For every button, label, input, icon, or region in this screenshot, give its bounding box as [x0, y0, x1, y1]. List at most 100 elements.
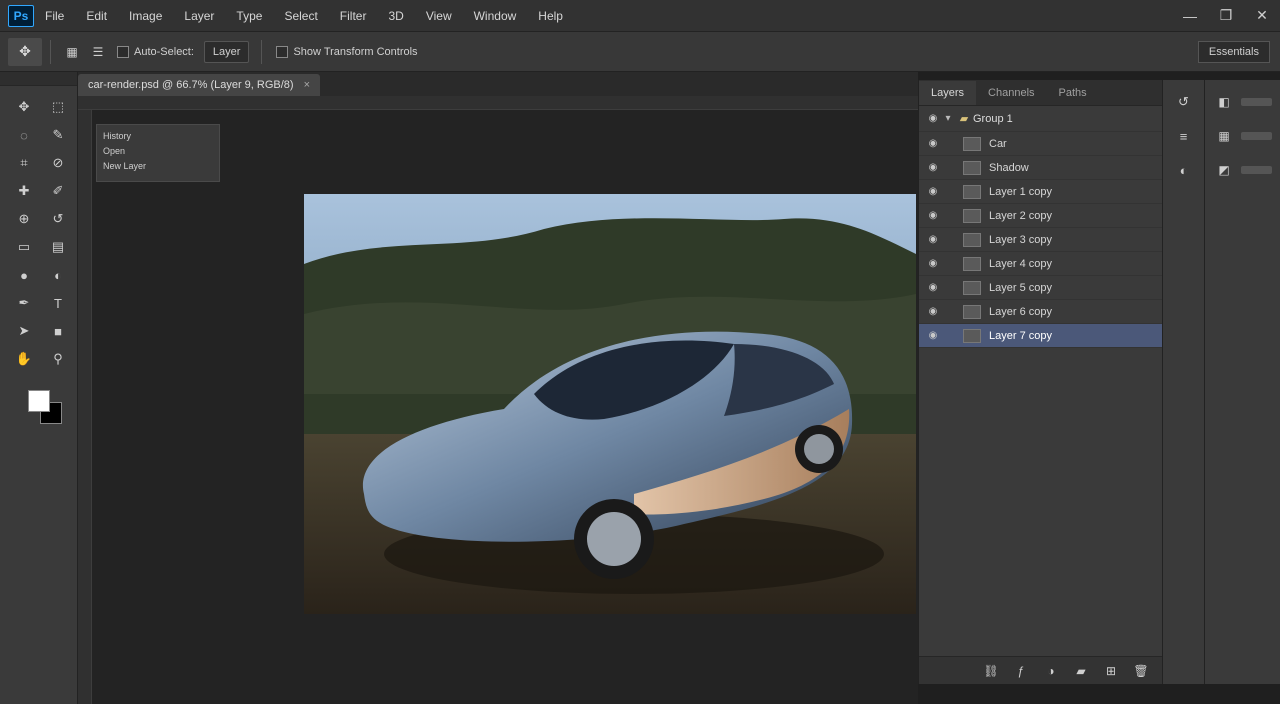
- dodge-icon[interactable]: ◐: [44, 262, 72, 288]
- layer-row[interactable]: ◉ Layer 4 copy: [919, 252, 1162, 276]
- trash-icon[interactable]: 🗑: [1131, 662, 1151, 680]
- close-button[interactable]: ✕: [1244, 0, 1280, 32]
- crop-icon[interactable]: ⌗: [10, 150, 38, 176]
- layer-thumbnail: [963, 256, 981, 271]
- brush-icon[interactable]: ✐: [44, 178, 72, 204]
- window-controls: — ❐ ✕: [1172, 0, 1280, 32]
- workspace-dropdown[interactable]: Essentials: [1197, 40, 1270, 63]
- menu-view[interactable]: View: [415, 0, 463, 32]
- vertical-ruler[interactable]: [78, 110, 92, 704]
- folder-icon: ▰: [959, 113, 969, 125]
- folder-icon[interactable]: ▰: [1071, 662, 1091, 680]
- healing-icon[interactable]: ✚: [10, 178, 38, 204]
- properties-icon[interactable]: ≡: [1171, 124, 1197, 148]
- lasso-icon[interactable]: ◌: [10, 122, 38, 148]
- front-rim: [587, 512, 641, 566]
- layer-row[interactable]: ◉ Car: [919, 132, 1162, 156]
- hand-icon[interactable]: ✋: [10, 346, 38, 372]
- layer-row[interactable]: ◉ Layer 3 copy: [919, 228, 1162, 252]
- history-brush-icon[interactable]: ↺: [44, 206, 72, 232]
- menu-image[interactable]: Image: [118, 0, 173, 32]
- layer-thumbnail: [963, 184, 981, 199]
- auto-select-checkbox[interactable]: Auto-Select:: [117, 45, 194, 58]
- tab-channels[interactable]: Channels: [976, 81, 1047, 105]
- move-icon[interactable]: ✥: [10, 94, 38, 120]
- auto-select-dropdown[interactable]: Layer: [203, 40, 250, 63]
- eraser-icon[interactable]: ▭: [10, 234, 38, 260]
- layer-group-row[interactable]: ◉ ▾ ▰ Group 1: [919, 106, 1162, 132]
- menu-filter[interactable]: Filter: [329, 0, 378, 32]
- minimize-button[interactable]: —: [1172, 0, 1208, 32]
- grid-icon[interactable]: ▦: [59, 40, 85, 64]
- checkbox-box[interactable]: [117, 45, 129, 58]
- eye-icon[interactable]: ◉: [925, 162, 941, 173]
- layer-row[interactable]: ◉ Shadow: [919, 156, 1162, 180]
- blur-icon[interactable]: ●: [10, 262, 38, 288]
- menu-file[interactable]: File: [34, 0, 75, 32]
- layer-row-selected[interactable]: ◉ Layer 7 copy: [919, 324, 1162, 348]
- new-layer-icon[interactable]: ⊞: [1101, 662, 1121, 680]
- menu-help[interactable]: Help: [527, 0, 574, 32]
- menu-type[interactable]: Type: [225, 0, 273, 32]
- gradient-icon[interactable]: ▤: [44, 234, 72, 260]
- panel-shortcut[interactable]: ◩: [1213, 158, 1272, 182]
- panel-grip[interactable]: [0, 72, 77, 86]
- panel-shortcut[interactable]: ◧: [1213, 90, 1272, 114]
- history-icon[interactable]: ↺: [1171, 90, 1197, 114]
- eyedropper-icon[interactable]: ⊘: [44, 150, 72, 176]
- pen-icon[interactable]: ✒: [10, 290, 38, 316]
- eye-icon[interactable]: ◉: [925, 138, 941, 149]
- zoom-icon[interactable]: ⚲: [44, 346, 72, 372]
- eye-icon[interactable]: ◉: [925, 234, 941, 245]
- document-tab[interactable]: car-render.psd @ 66.7% (Layer 9, RGB/8) …: [78, 74, 321, 96]
- maximize-button[interactable]: ❐: [1208, 0, 1244, 32]
- layer-thumbnail: [963, 136, 981, 151]
- mask-icon[interactable]: ◑: [1041, 662, 1061, 680]
- layer-name: Layer 1 copy: [989, 185, 1052, 198]
- layer-row[interactable]: ◉ Layer 6 copy: [919, 300, 1162, 324]
- layer-row[interactable]: ◉ Layer 2 copy: [919, 204, 1162, 228]
- quick-select-icon[interactable]: ✎: [44, 122, 72, 148]
- menu-window[interactable]: Window: [463, 0, 528, 32]
- tab-paths[interactable]: Paths: [1046, 81, 1099, 105]
- path-select-icon[interactable]: ➤: [10, 318, 38, 344]
- rear-rim: [804, 434, 834, 464]
- car-photo: [304, 194, 916, 614]
- history-row[interactable]: Open: [103, 144, 213, 159]
- history-row[interactable]: History: [103, 129, 213, 144]
- layer-row[interactable]: ◉ Layer 1 copy: [919, 180, 1162, 204]
- marquee-icon[interactable]: ⬚: [44, 94, 72, 120]
- type-icon[interactable]: T: [44, 290, 72, 316]
- eye-icon[interactable]: ◉: [925, 186, 941, 197]
- shape-icon[interactable]: ■: [44, 318, 72, 344]
- eye-icon[interactable]: ◉: [925, 210, 941, 221]
- layer-name: Shadow: [989, 161, 1029, 174]
- tab-layers[interactable]: Layers: [919, 81, 977, 105]
- clone-icon[interactable]: ⊕: [10, 206, 38, 232]
- foreground-color-swatch[interactable]: [28, 390, 50, 412]
- link-icon[interactable]: ⛓: [981, 662, 1001, 680]
- transform-controls-checkbox[interactable]: Show Transform Controls: [276, 45, 418, 58]
- checkbox-box[interactable]: [276, 45, 289, 58]
- adjustments-icon[interactable]: ◐: [1171, 158, 1197, 182]
- menu-layer[interactable]: Layer: [173, 0, 225, 32]
- menu-3d[interactable]: 3D: [377, 0, 414, 32]
- document-image[interactable]: [304, 194, 916, 614]
- eye-icon[interactable]: ◉: [925, 113, 941, 124]
- move-tool-icon[interactable]: ✥: [8, 37, 42, 66]
- eye-icon[interactable]: ◉: [925, 258, 941, 269]
- canvas-area[interactable]: History Open New Layer: [78, 96, 918, 704]
- layer-row[interactable]: ◉ Layer 5 copy: [919, 276, 1162, 300]
- horizontal-ruler[interactable]: [78, 96, 918, 110]
- menu-edit[interactable]: Edit: [75, 0, 118, 32]
- chevron-down-icon[interactable]: ▾: [941, 113, 955, 124]
- eye-icon[interactable]: ◉: [925, 282, 941, 293]
- eye-icon[interactable]: ◉: [925, 306, 941, 317]
- fx-icon[interactable]: ƒ: [1011, 662, 1031, 680]
- history-row[interactable]: New Layer: [103, 159, 213, 174]
- menu-select[interactable]: Select: [273, 0, 328, 32]
- eye-icon[interactable]: ◉: [925, 330, 941, 341]
- align-icon[interactable]: ☰: [85, 40, 111, 64]
- close-icon[interactable]: ×: [304, 74, 310, 96]
- panel-shortcut[interactable]: ▦: [1213, 124, 1272, 148]
